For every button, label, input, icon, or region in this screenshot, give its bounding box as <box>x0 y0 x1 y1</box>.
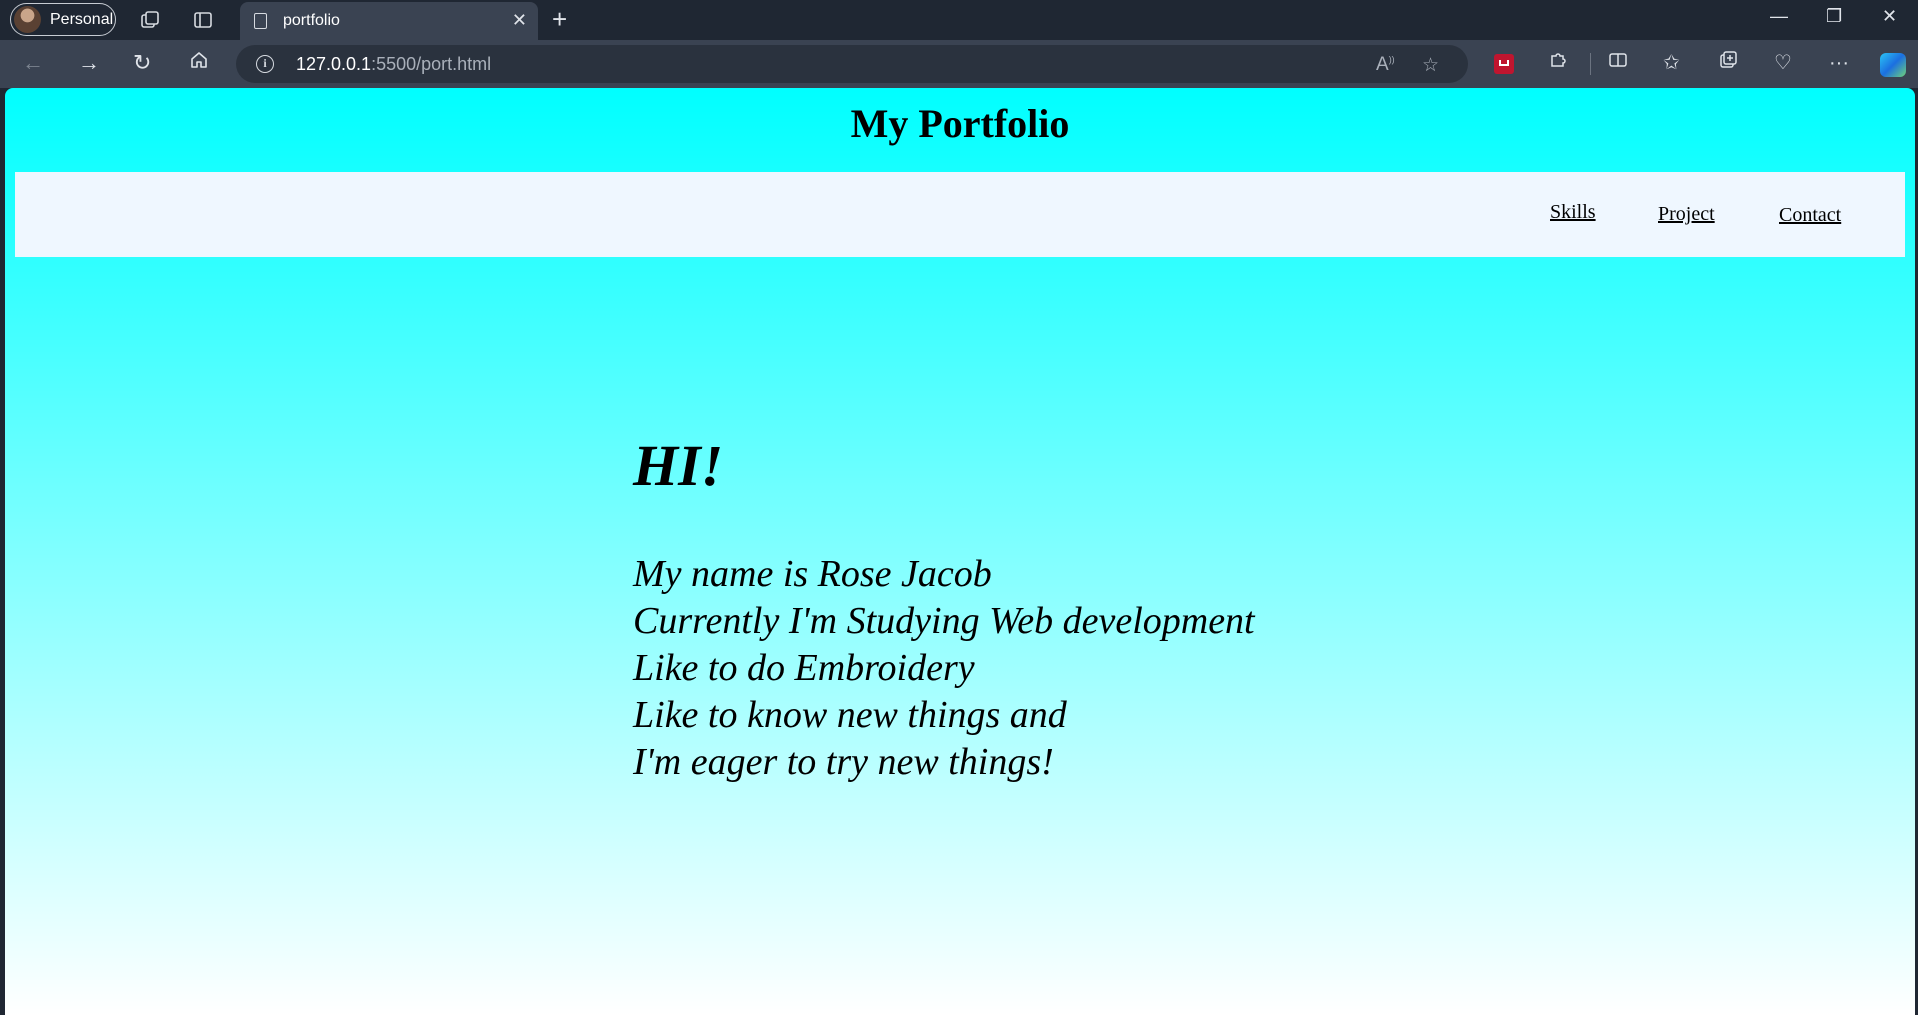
puzzle-icon[interactable] <box>1548 50 1568 77</box>
star-icon[interactable]: ☆ <box>1422 54 1439 77</box>
page-icon <box>254 13 267 29</box>
bio-line: Like to know new things and <box>633 694 1067 736</box>
browser-toolbar: ← → ↻ i 127.0.0.1:5500/port.html A)) ☆ ✩… <box>0 40 1918 88</box>
tab-actions-icon[interactable] <box>192 9 214 31</box>
copilot-icon[interactable] <box>1880 53 1906 77</box>
nav-link-skills[interactable]: Skills <box>1550 201 1596 224</box>
close-window-icon[interactable]: ✕ <box>1882 6 1897 27</box>
bio-line: My name is Rose Jacob <box>633 553 992 595</box>
page-title: My Portfolio <box>850 101 1070 146</box>
split-screen-icon[interactable] <box>1608 50 1628 77</box>
browser-titlebar: Personal portfolio ✕ + — ❐ ✕ <box>0 0 1918 40</box>
nav-bar: Skills Project Contact <box>15 172 1905 257</box>
bio-line: Currently I'm Studying Web development <box>633 600 1255 642</box>
profile-button[interactable]: Personal <box>10 3 116 36</box>
bio-line: Like to do Embroidery <box>633 647 975 689</box>
forward-icon[interactable]: → <box>78 50 100 76</box>
minimize-icon[interactable]: — <box>1770 6 1788 27</box>
collections-icon[interactable] <box>1718 50 1738 77</box>
toolbar-divider <box>1590 53 1591 75</box>
mcafee-extension-icon[interactable] <box>1494 54 1514 74</box>
profile-label: Personal <box>50 10 114 28</box>
home-icon[interactable] <box>189 50 209 76</box>
browser-tab[interactable]: portfolio ✕ <box>240 2 538 40</box>
bio-line: I'm eager to try new things! <box>633 741 1054 783</box>
more-icon[interactable]: ··· <box>1829 50 1849 76</box>
new-tab-button[interactable]: + <box>552 6 567 32</box>
close-tab-icon[interactable]: ✕ <box>512 10 527 31</box>
avatar <box>14 6 41 33</box>
back-icon[interactable]: ← <box>22 50 44 76</box>
tab-title: portfolio <box>283 12 340 29</box>
refresh-icon[interactable]: ↻ <box>133 50 151 76</box>
restore-icon[interactable]: ❐ <box>1826 6 1842 27</box>
nav-link-contact[interactable]: Contact <box>1779 204 1841 227</box>
bio-text: My name is Rose Jacob Currently I'm Stud… <box>633 551 1533 786</box>
workspaces-icon[interactable] <box>139 9 161 31</box>
greeting-heading: HI! <box>633 433 724 498</box>
nav-link-project[interactable]: Project <box>1658 203 1715 226</box>
heart-pulse-icon[interactable]: ♡ <box>1774 50 1792 76</box>
favorites-icon[interactable]: ✩ <box>1663 50 1680 76</box>
address-url[interactable]: 127.0.0.1:5500/port.html <box>296 54 491 75</box>
read-aloud-icon[interactable]: A)) <box>1376 54 1395 76</box>
address-bar[interactable]: i 127.0.0.1:5500/port.html A)) ☆ <box>236 45 1468 83</box>
site-info-icon[interactable]: i <box>256 55 274 73</box>
page-viewport: My Portfolio Skills Project Contact HI! … <box>5 88 1915 1015</box>
